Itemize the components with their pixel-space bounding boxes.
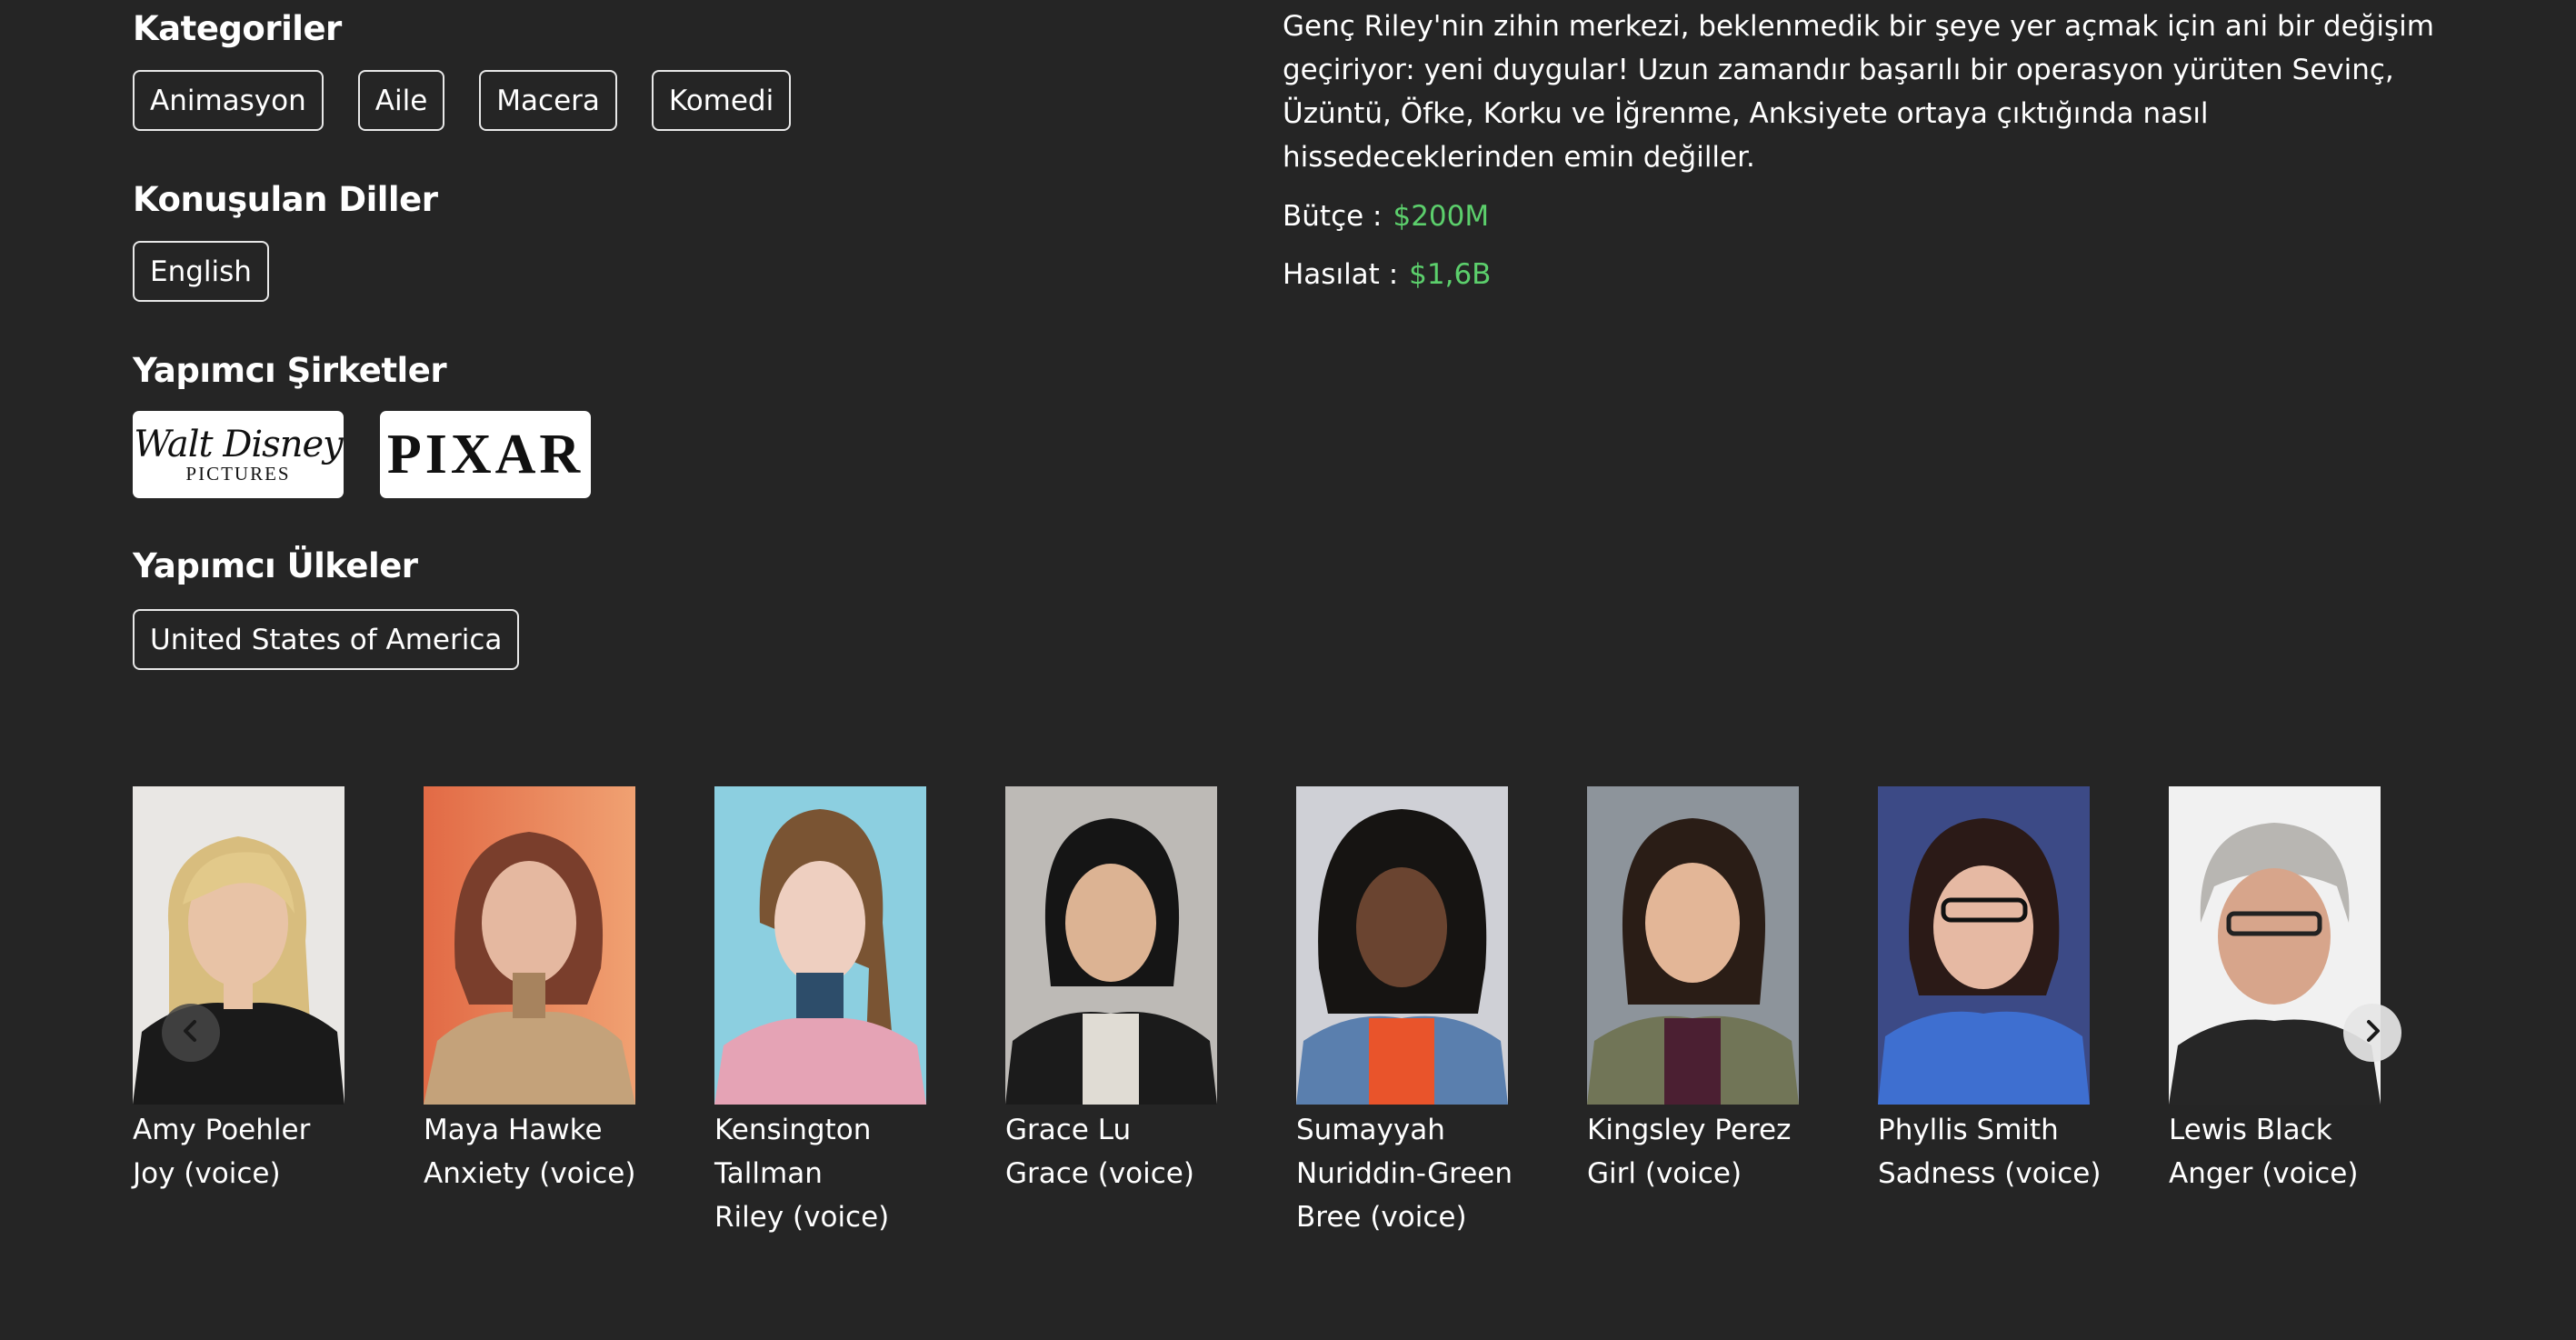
cast-name: Phyllis Smith: [1878, 1114, 2059, 1146]
company-logo-disney[interactable]: Walt Disney PICTURES: [133, 411, 344, 498]
categories-list: Animasyon Aile Macera Komedi: [133, 70, 792, 131]
budget-label: Bütçe :: [1283, 200, 1383, 233]
disney-logo-wordmark: Walt Disney: [134, 423, 343, 465]
cast-photo: [2169, 786, 2381, 1105]
category-chip[interactable]: Komedi: [651, 70, 792, 131]
cast-name: Kingsley Perez: [1587, 1114, 1792, 1146]
pixar-logo-wordmark: PIXAR: [386, 423, 584, 485]
cast-card[interactable]: Grace Lu Grace (voice): [1005, 786, 1278, 1195]
category-chip[interactable]: Macera: [479, 70, 617, 131]
cast-photo: [1296, 786, 1508, 1105]
cast-role: Anxiety (voice): [424, 1157, 636, 1190]
carousel-next-button[interactable]: [2343, 1004, 2401, 1062]
movie-details-page: Kategoriler Animasyon Aile Macera Komedi…: [0, 0, 2576, 1340]
language-chip[interactable]: English: [133, 241, 269, 302]
cast-role: Girl (voice): [1587, 1157, 1742, 1190]
cast-name: Kensington Tallman: [714, 1114, 872, 1190]
cast-name: Maya Hawke: [424, 1114, 603, 1146]
cast-photo: [1878, 786, 2090, 1105]
cast-photo: [133, 786, 344, 1105]
cast-card[interactable]: Kingsley Perez Girl (voice): [1587, 786, 1860, 1195]
languages-list: English: [133, 241, 269, 302]
cast-photo: [1005, 786, 1217, 1105]
company-logo-pixar[interactable]: PIXAR: [380, 411, 591, 498]
cast-card[interactable]: Amy Poehler Joy (voice): [133, 786, 405, 1195]
cast-role: Joy (voice): [133, 1157, 281, 1190]
cast-photo: [1587, 786, 1799, 1105]
budget-row: Bütçe : $200M: [1283, 200, 1489, 233]
countries-title: Yapımcı Ülkeler: [133, 546, 418, 585]
category-chip[interactable]: Animasyon: [133, 70, 324, 131]
cast-name: Amy Poehler: [133, 1114, 311, 1146]
chevron-right-icon: [2359, 1017, 2386, 1049]
cast-role: Riley (voice): [714, 1201, 890, 1234]
cast-role: Bree (voice): [1296, 1201, 1467, 1234]
cast-role: Sadness (voice): [1878, 1157, 2102, 1190]
chevron-left-icon: [177, 1017, 205, 1049]
companies-list: Walt Disney PICTURES PIXAR: [133, 411, 591, 498]
country-chip[interactable]: United States of America: [133, 609, 520, 670]
disney-logo-subtitle: PICTURES: [185, 462, 291, 485]
budget-value: $200M: [1393, 200, 1490, 233]
cast-photo: [714, 786, 926, 1105]
cast-name: Grace Lu: [1005, 1114, 1132, 1146]
category-chip[interactable]: Aile: [357, 70, 445, 131]
cast-card[interactable]: Maya Hawke Anxiety (voice): [424, 786, 696, 1195]
cast-card[interactable]: Kensington Tallman Riley (voice): [714, 786, 987, 1239]
languages-title: Konuşulan Diller: [133, 180, 438, 219]
revenue-label: Hasılat :: [1283, 258, 1399, 291]
categories-title: Kategoriler: [133, 9, 342, 48]
cast-name: Sumayyah Nuriddin-Green: [1296, 1114, 1513, 1190]
cast-card[interactable]: Sumayyah Nuriddin-Green Bree (voice): [1296, 786, 1569, 1239]
cast-role: Anger (voice): [2169, 1157, 2359, 1190]
companies-title: Yapımcı Şirketler: [133, 351, 447, 390]
countries-list: United States of America: [133, 609, 520, 670]
overview-text: Genç Riley'nin zihin merkezi, beklenmedi…: [1283, 10, 2434, 174]
revenue-value: $1,6B: [1409, 258, 1492, 291]
cast-role: Grace (voice): [1005, 1157, 1194, 1190]
cast-photo: [424, 786, 635, 1105]
carousel-prev-button[interactable]: [162, 1004, 220, 1062]
revenue-row: Hasılat : $1,6B: [1283, 258, 1491, 291]
cast-card[interactable]: Phyllis Smith Sadness (voice): [1878, 786, 2151, 1195]
cast-card[interactable]: Lewis Black Anger (voice): [2169, 786, 2441, 1195]
cast-carousel: Amy Poehler Joy (voice) Maya Hawke Anxie…: [133, 786, 2460, 1259]
cast-name: Lewis Black: [2169, 1114, 2332, 1146]
